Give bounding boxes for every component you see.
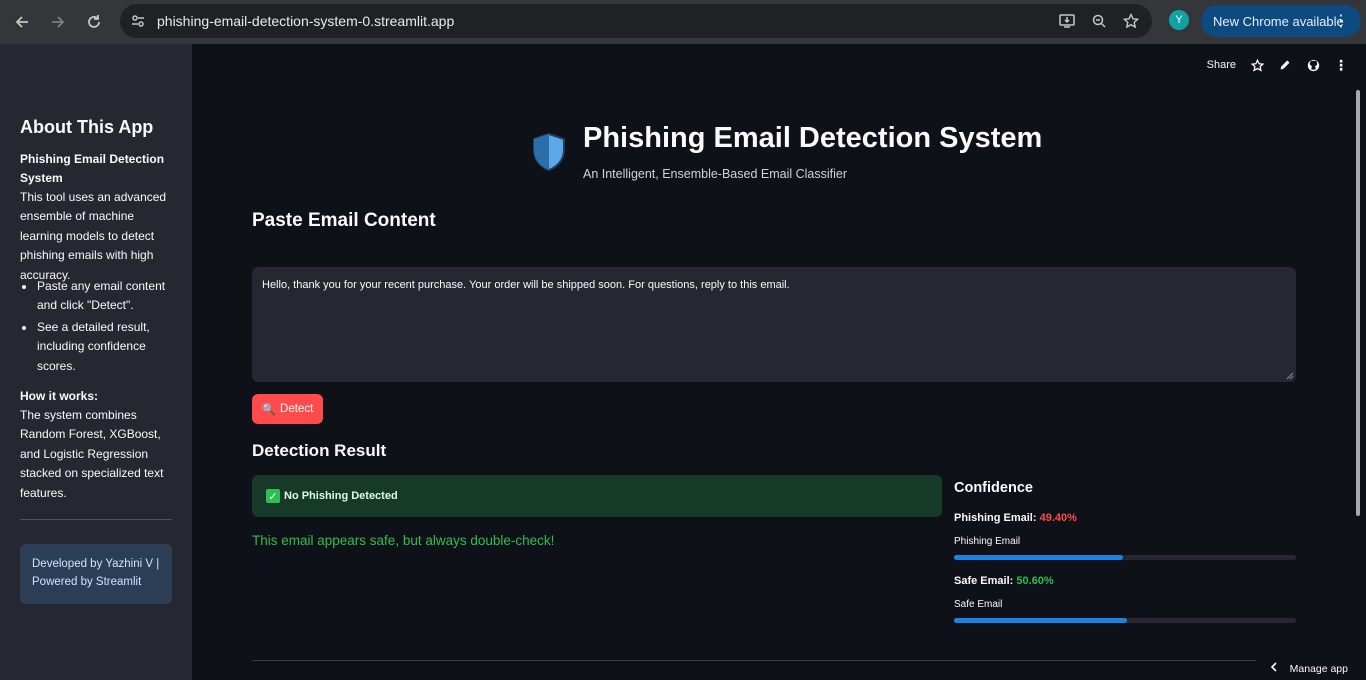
site-info-icon[interactable] (120, 4, 156, 38)
resize-handle-icon[interactable] (1286, 372, 1294, 380)
confidence-title: Confidence (954, 480, 1033, 496)
phishing-progress-fill (954, 555, 1123, 560)
phishing-confidence-value: 49.40% (1039, 512, 1077, 524)
bullet-icon (22, 285, 26, 289)
bookmark-star-icon[interactable] (1120, 10, 1142, 32)
sidebar: About This App Phishing Email Detection … (0, 44, 192, 680)
sidebar-how-title: How it works: (20, 389, 99, 403)
sidebar-title: About This App (20, 117, 154, 137)
section-title-input: Paste Email Content (252, 210, 436, 231)
sidebar-divider (20, 519, 172, 520)
safe-progress-fill (954, 618, 1128, 623)
sidebar-bullet-list: Paste any email content and click "Detec… (20, 277, 180, 378)
profile-avatar[interactable]: Y (1169, 10, 1189, 30)
url-text[interactable]: phishing-email-detection-system-0.stream… (157, 13, 454, 29)
browser-toolbar: phishing-email-detection-system-0.stream… (0, 0, 1366, 44)
chrome-update-button[interactable]: New Chrome available ⋮ (1201, 5, 1361, 37)
page-subtitle: An Intelligent, Ensemble-Based Email Cla… (583, 167, 848, 181)
main-content: Share ⋮ Phishing Email Detection System … (192, 44, 1366, 680)
phishing-progress-bar (954, 555, 1296, 560)
safe-confidence-value: 50.60% (1016, 575, 1054, 587)
update-label: New Chrome available (1213, 13, 1344, 29)
detect-button-label: Detect (280, 403, 314, 415)
sidebar-intro-text: This tool uses an advanced ensemble of m… (20, 190, 167, 282)
result-message: This email appears safe, but always doub… (252, 533, 555, 548)
sidebar-how-text: The system combines Random Forest, XGBoo… (20, 408, 164, 500)
page-title: Phishing Email Detection System (583, 122, 1043, 154)
safe-confidence-line: Safe Email: 50.60% (954, 575, 1054, 587)
reload-icon[interactable] (76, 4, 112, 40)
check-icon: ✓ (266, 489, 280, 503)
phishing-confidence-line: Phishing Email: 49.40% (954, 512, 1077, 524)
detect-button[interactable]: 🔍 Detect (252, 394, 323, 424)
bullet-icon (22, 325, 26, 330)
app-toolbar: Share ⋮ (1207, 57, 1348, 73)
back-icon[interactable] (4, 4, 40, 40)
list-item: See a detailed result, including confide… (20, 318, 180, 376)
more-menu-icon[interactable]: ⋮ (1334, 57, 1348, 73)
chrome-menu-icon[interactable]: ⋮ (1333, 11, 1349, 31)
github-icon[interactable] (1306, 58, 1320, 72)
magnifier-icon: 🔍 (261, 404, 277, 416)
edit-icon[interactable] (1278, 58, 1292, 72)
safe-progress-bar (954, 618, 1296, 623)
safe-bar-label: Safe Email (954, 599, 1003, 610)
shield-icon (532, 132, 566, 176)
scrollbar[interactable] (1356, 90, 1360, 516)
list-item: Paste any email content and click "Detec… (20, 277, 180, 316)
result-status-box: ✓ No Phishing Detected (252, 475, 942, 517)
zoom-icon[interactable] (1088, 10, 1110, 32)
result-status: No Phishing Detected (284, 490, 398, 502)
email-content-textarea[interactable]: Hello, thank you for your recent purchas… (252, 267, 1296, 382)
sidebar-intro-bold: Phishing Email Detection System (20, 152, 165, 186)
manage-app-button[interactable]: Manage app (1270, 662, 1348, 675)
forward-icon[interactable] (40, 4, 76, 40)
section-title-result: Detection Result (252, 441, 387, 460)
share-button[interactable]: Share (1207, 59, 1236, 71)
star-icon[interactable] (1250, 58, 1264, 72)
email-content-value: Hello, thank you for your recent purchas… (262, 279, 790, 291)
manage-app-label: Manage app (1289, 662, 1348, 675)
chevron-left-icon (1270, 662, 1278, 675)
install-app-icon[interactable] (1056, 10, 1078, 32)
credit-card: Developed by Yazhini V | Powered by Stre… (20, 544, 172, 604)
address-bar[interactable]: phishing-email-detection-system-0.stream… (120, 4, 1152, 38)
main-divider (252, 660, 1256, 661)
phishing-bar-label: Phishing Email (954, 536, 1021, 547)
